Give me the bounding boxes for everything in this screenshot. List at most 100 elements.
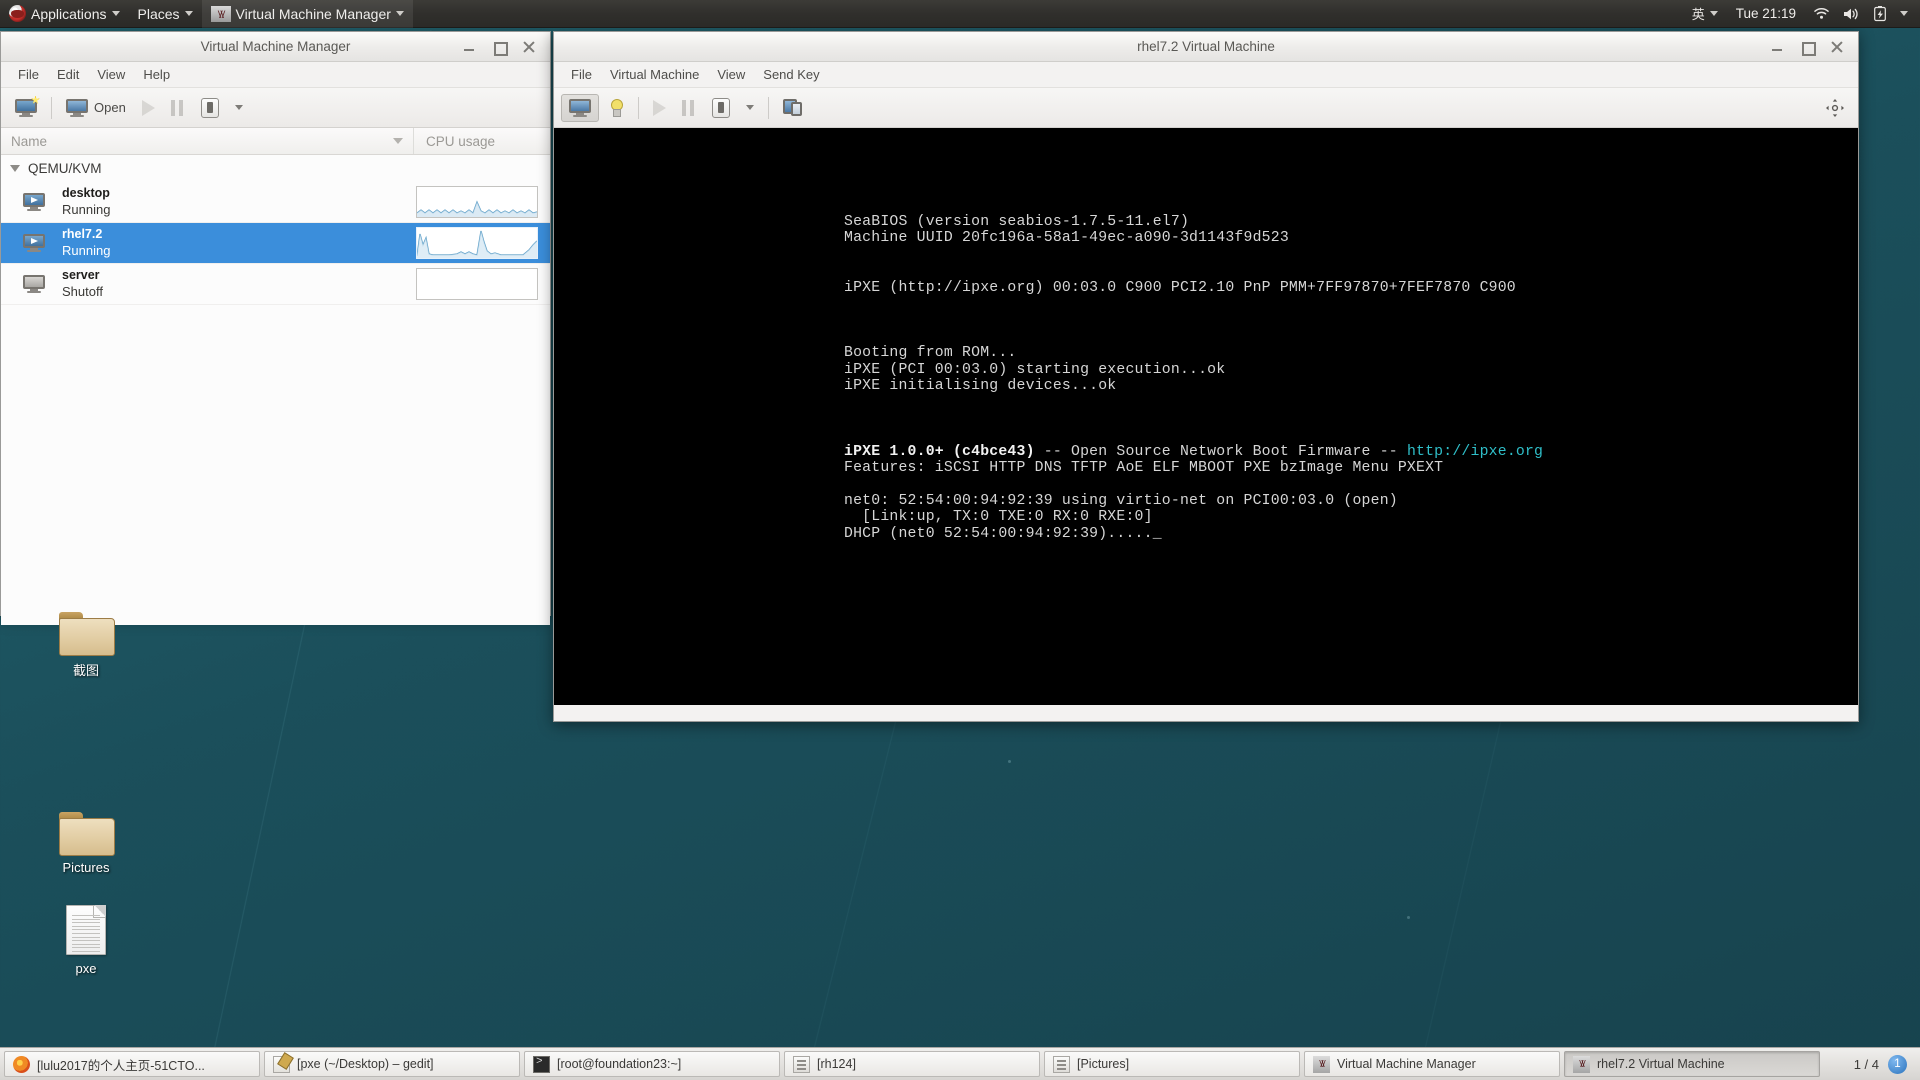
- taskbar-item-rh124[interactable]: [rh124]: [784, 1051, 1040, 1077]
- input-method-indicator[interactable]: 英: [1686, 0, 1724, 28]
- maximize-button[interactable]: [1799, 39, 1816, 56]
- shutdown-options-dropdown[interactable]: [739, 101, 761, 114]
- run-vm-button[interactable]: [135, 96, 162, 120]
- menu-view[interactable]: View: [88, 64, 134, 85]
- console-text-segment: iPXE 1.0.0+ (c4bce43): [844, 443, 1035, 460]
- places-menu[interactable]: Places: [129, 0, 202, 28]
- expander-icon[interactable]: [10, 165, 20, 172]
- minimize-button[interactable]: [461, 39, 477, 55]
- pause-vm-button[interactable]: [164, 96, 192, 120]
- vmm-toolbar: Open: [1, 88, 550, 128]
- taskbar-item-label: [root@foundation23:~]: [557, 1057, 682, 1071]
- taskbar-item-label: [Pictures]: [1077, 1057, 1130, 1071]
- wallpaper-streak: [798, 700, 902, 1080]
- close-button[interactable]: [1829, 39, 1845, 55]
- pause-icon: [682, 99, 696, 116]
- virtual-machine-manager-window: Virtual Machine Manager File Edit View H…: [0, 31, 551, 625]
- taskbar-item-firefox[interactable]: [lulu2017的个人主页-51CTO...: [4, 1051, 260, 1077]
- input-method-label: 英: [1691, 7, 1705, 22]
- connection-label: QEMU/KVM: [28, 161, 102, 176]
- vm-list-row-server[interactable]: server Shutoff: [1, 264, 550, 305]
- maximize-button[interactable]: [491, 39, 508, 56]
- taskbar-item-pictures[interactable]: [Pictures]: [1044, 1051, 1300, 1077]
- show-details-icon: [608, 98, 624, 117]
- console-line: [Link:up, TX:0 TXE:0 RX:0 RXE:0]: [844, 509, 1153, 526]
- chevron-down-icon: [234, 105, 243, 110]
- clock[interactable]: Tue 21:19: [1726, 6, 1806, 21]
- vm-window-title: rhel7.2 Virtual Machine: [1137, 39, 1275, 54]
- shutdown-options-dropdown[interactable]: [228, 101, 250, 114]
- pause-vm-button[interactable]: [675, 96, 703, 120]
- taskbar-item-gedit[interactable]: [pxe (~/Desktop) – gedit]: [264, 1051, 520, 1077]
- close-button[interactable]: [521, 39, 537, 55]
- vm-cpu-cell: [416, 186, 550, 218]
- column-header-cpu[interactable]: CPU usage: [414, 128, 550, 154]
- volume-icon[interactable]: [1837, 0, 1866, 28]
- vm-running-icon: [23, 193, 53, 211]
- fullscreen-button[interactable]: [1818, 94, 1851, 122]
- menu-virtual-machine[interactable]: Virtual Machine: [601, 64, 708, 85]
- taskbar-item-label: rhel7.2 Virtual Machine: [1597, 1057, 1725, 1071]
- vm-titlebar[interactable]: rhel7.2 Virtual Machine: [554, 32, 1858, 62]
- files-icon: [793, 1055, 810, 1073]
- vm-state: Running: [62, 242, 111, 258]
- fullscreen-icon: [1825, 98, 1845, 118]
- vmm-icon: [1573, 1055, 1590, 1073]
- vmm-titlebar[interactable]: Virtual Machine Manager: [1, 32, 550, 62]
- battery-icon[interactable]: [1868, 0, 1892, 28]
- menu-file[interactable]: File: [562, 64, 601, 85]
- connection-group-row[interactable]: QEMU/KVM: [1, 155, 550, 182]
- tray-chevron-down-icon[interactable]: [1894, 0, 1914, 28]
- menu-help[interactable]: Help: [134, 64, 179, 85]
- gedit-icon: [273, 1055, 290, 1073]
- taskbar-item-rhel72-vm[interactable]: rhel7.2 Virtual Machine: [1564, 1051, 1820, 1077]
- minimize-button[interactable]: [1769, 39, 1785, 55]
- menu-edit[interactable]: Edit: [48, 64, 88, 85]
- taskbar-item-label: Virtual Machine Manager: [1337, 1057, 1476, 1071]
- shutdown-icon: [200, 97, 219, 118]
- vm-name: server: [62, 268, 100, 283]
- column-header-cpu-label: CPU usage: [426, 133, 496, 149]
- firefox-icon: [13, 1055, 30, 1073]
- toolbar-separator: [638, 96, 639, 119]
- desktop-icon-screenshots[interactable]: 截图: [38, 612, 134, 679]
- shutdown-vm-button[interactable]: [194, 94, 226, 122]
- cpu-sparkline: [416, 268, 538, 300]
- applications-menu[interactable]: Applications: [0, 0, 129, 28]
- create-new-vm-button[interactable]: [8, 95, 44, 121]
- vm-console-screen[interactable]: SeaBIOS (version seabios-1.7.5-11.el7) Ma…: [554, 128, 1858, 705]
- wifi-icon[interactable]: [1808, 0, 1835, 28]
- desktop-icon-pictures[interactable]: Pictures: [38, 812, 134, 875]
- console-line: iPXE (PCI 00:03.0) starting execution...…: [844, 361, 1226, 378]
- active-app-menu[interactable]: Virtual Machine Manager: [201, 0, 413, 28]
- chevron-down-icon: [1709, 11, 1718, 16]
- taskbar-item-terminal[interactable]: [root@foundation23:~]: [524, 1051, 780, 1077]
- menu-send-key[interactable]: Send Key: [754, 64, 828, 85]
- open-icon: [66, 98, 88, 117]
- vm-toolbar: [554, 88, 1858, 128]
- run-icon: [653, 99, 666, 116]
- vm-list-row-rhel72[interactable]: rhel7.2 Running: [1, 223, 550, 264]
- wallpaper-streak: [1414, 720, 1502, 1080]
- workspace-badge[interactable]: 1: [1888, 1054, 1907, 1074]
- show-details-button[interactable]: [601, 95, 631, 121]
- vmm-window-controls: [461, 39, 550, 56]
- vm-name: desktop: [62, 186, 110, 201]
- desktop-icon-pxe[interactable]: pxe: [38, 905, 134, 976]
- manage-snapshots-button[interactable]: [776, 95, 810, 121]
- show-console-button[interactable]: [561, 93, 599, 122]
- shutdown-vm-button[interactable]: [705, 94, 737, 122]
- menu-view[interactable]: View: [708, 64, 754, 85]
- column-header-name[interactable]: Name: [1, 128, 414, 154]
- chevron-down-icon: [395, 11, 404, 16]
- vm-list-row-desktop[interactable]: desktop Running: [1, 182, 550, 223]
- toolbar-separator: [51, 96, 52, 119]
- open-vm-button[interactable]: Open: [59, 95, 133, 121]
- taskbar-item-label: [lulu2017的个人主页-51CTO...: [37, 1058, 205, 1073]
- taskbar-item-vmm[interactable]: Virtual Machine Manager: [1304, 1051, 1560, 1077]
- menu-file[interactable]: File: [9, 64, 48, 85]
- run-vm-button[interactable]: [646, 96, 673, 120]
